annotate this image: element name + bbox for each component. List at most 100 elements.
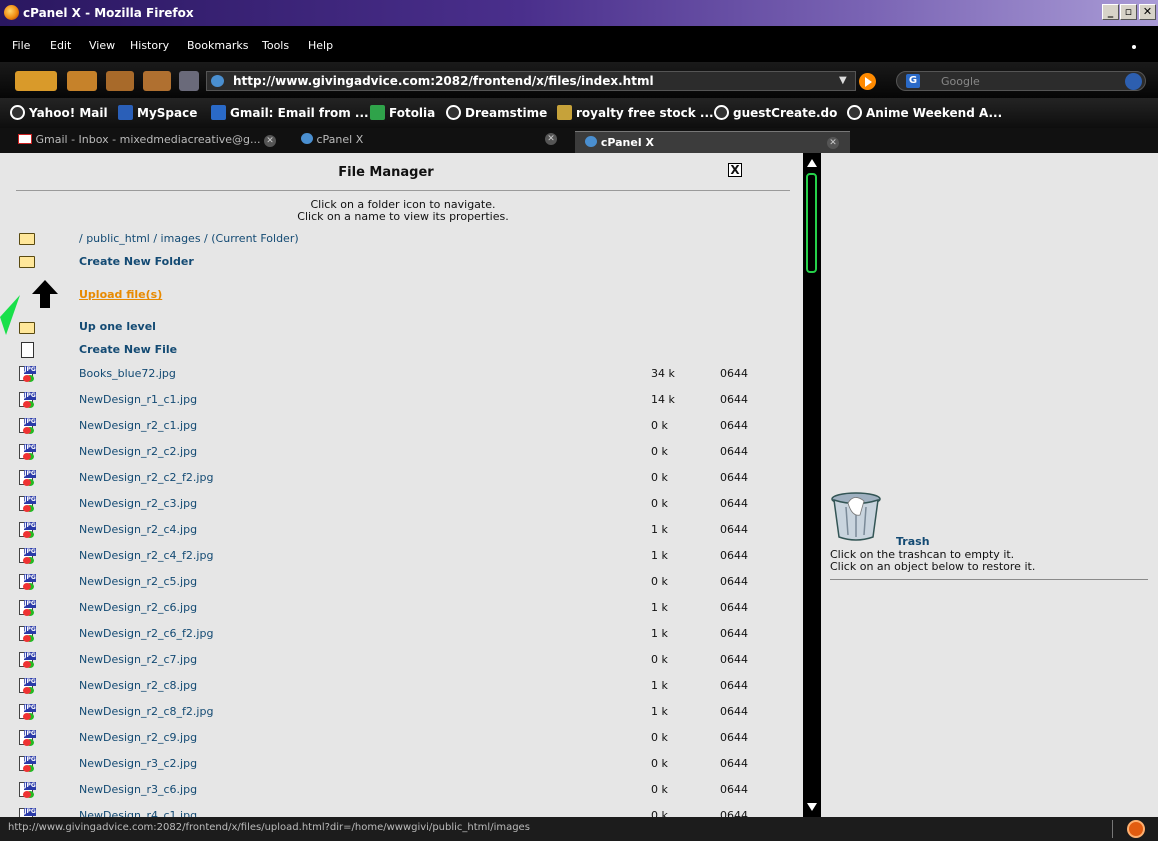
folder-icon[interactable] [19,233,35,245]
yahoo-icon [10,105,25,120]
jpg-file-icon[interactable]: JPG [19,730,36,747]
file-name-link[interactable]: NewDesign_r2_c2.jpg [79,445,197,458]
jpg-file-icon[interactable]: JPG [19,392,36,409]
menu-tools[interactable]: Tools [262,39,289,52]
scrollbar-thumb[interactable] [806,173,817,273]
jpg-badge: JPG [24,496,36,504]
jpg-file-icon[interactable]: JPG [19,366,36,383]
bookmark-yahoo-mail[interactable]: Yahoo! Mail [10,105,108,120]
dreamstime-icon [446,105,461,120]
bookmark-dreamstime[interactable]: Dreamstime [446,105,547,120]
jpg-file-icon[interactable]: JPG [19,444,36,461]
forward-icon[interactable] [67,71,97,91]
file-manager-close-button[interactable]: X [728,163,742,177]
home-icon[interactable] [179,71,199,91]
file-name-link[interactable]: NewDesign_r2_c4.jpg [79,523,197,536]
vertical-scrollbar[interactable] [803,153,821,817]
jpg-file-icon[interactable]: JPG [19,808,36,817]
menu-bookmarks[interactable]: Bookmarks [187,39,248,52]
file-name-link[interactable]: NewDesign_r4_c1.jpg [79,809,197,817]
menu-help[interactable]: Help [308,39,333,52]
folder-icon[interactable] [19,322,35,334]
jpg-file-icon[interactable]: JPG [19,756,36,773]
file-name-link[interactable]: NewDesign_r2_c7.jpg [79,653,197,666]
url-dropdown-icon[interactable]: ▼ [839,75,847,86]
greasemonkey-icon[interactable] [1127,820,1145,838]
up-one-level-link[interactable]: Up one level [79,320,156,333]
maximize-button[interactable]: ▫ [1120,4,1137,20]
tab-cpanel[interactable]: cPanel X ✕ [301,133,565,155]
jpg-file-icon[interactable]: JPG [19,626,36,643]
search-input[interactable]: G Google [896,71,1146,91]
scroll-down-icon[interactable] [807,803,817,811]
create-file-link[interactable]: Create New File [79,343,177,356]
bookmark-guestcreate[interactable]: guestCreate.do [714,105,837,120]
upload-files-link[interactable]: Upload file(s) [79,288,162,301]
file-permissions: 0644 [720,705,748,718]
jpg-file-icon[interactable]: JPG [19,678,36,695]
scroll-up-icon[interactable] [807,159,817,167]
jpg-file-icon[interactable]: JPG [19,652,36,669]
menu-history[interactable]: History [130,39,169,52]
minimize-button[interactable]: _ [1102,4,1119,20]
file-name-link[interactable]: NewDesign_r2_c1.jpg [79,419,197,432]
go-button[interactable] [859,73,876,90]
tab-close-icon[interactable]: ✕ [264,135,277,147]
close-window-button[interactable]: ✕ [1139,4,1156,20]
jpg-file-icon[interactable]: JPG [19,782,36,799]
jpg-file-icon[interactable]: JPG [19,496,36,513]
trash-title[interactable]: Trash [896,535,930,548]
status-text: http://www.givingadvice.com:2082/fronten… [8,822,530,833]
file-size: 0 k [651,731,668,744]
menu-view[interactable]: View [89,39,115,52]
current-path[interactable]: / public_html / images / (Current Folder… [79,232,299,245]
jpg-file-icon[interactable]: JPG [19,522,36,539]
color-dots [23,479,31,486]
file-name-link[interactable]: NewDesign_r2_c9.jpg [79,731,197,744]
reload-icon[interactable] [106,71,134,91]
menu-file[interactable]: File [12,39,30,52]
file-name-link[interactable]: NewDesign_r2_c6.jpg [79,601,197,614]
create-folder-link[interactable]: Create New Folder [79,255,194,268]
divider [830,579,1148,580]
tab-gmail-inbox[interactable]: Gmail - Inbox - mixedmediacreative@g... … [18,133,288,155]
trash-can-icon[interactable] [830,491,882,541]
file-name-link[interactable]: NewDesign_r2_c8.jpg [79,679,197,692]
menu-edit[interactable]: Edit [50,39,71,52]
file-name-link[interactable]: NewDesign_r2_c3.jpg [79,497,197,510]
color-dots [23,687,31,694]
tab-close-icon[interactable]: ✕ [545,133,557,145]
magnifier-icon[interactable] [1125,73,1142,90]
file-name-link[interactable]: NewDesign_r2_c4_f2.jpg [79,549,213,562]
jpg-file-icon[interactable]: JPG [19,418,36,435]
address-bar[interactable]: http://www.givingadvice.com:2082/fronten… [206,71,856,91]
stop-icon[interactable] [143,71,171,91]
search-engine-icon[interactable]: G [906,74,920,88]
bookmark-myspace[interactable]: MySpace [118,105,197,120]
file-name-link[interactable]: NewDesign_r2_c6_f2.jpg [79,627,213,640]
cpanel-favicon-icon [301,133,313,144]
jpg-badge: JPG [24,652,36,660]
file-name-link[interactable]: NewDesign_r2_c2_f2.jpg [79,471,213,484]
jpg-file-icon[interactable]: JPG [19,704,36,721]
file-name-link[interactable]: NewDesign_r3_c2.jpg [79,757,197,770]
bookmark-gmail[interactable]: Gmail: Email from ... [211,105,369,120]
folder-icon[interactable] [19,256,35,268]
file-name-link[interactable]: NewDesign_r2_c8_f2.jpg [79,705,213,718]
tab-cpanel-active[interactable]: cPanel X ✕ [575,131,850,153]
color-dots [23,739,31,746]
jpg-file-icon[interactable]: JPG [19,600,36,617]
jpg-file-icon[interactable]: JPG [19,470,36,487]
document-icon[interactable] [21,342,34,358]
file-name-link[interactable]: NewDesign_r2_c5.jpg [79,575,197,588]
jpg-file-icon[interactable]: JPG [19,548,36,565]
file-name-link[interactable]: NewDesign_r1_c1.jpg [79,393,197,406]
jpg-file-icon[interactable]: JPG [19,574,36,591]
file-name-link[interactable]: Books_blue72.jpg [79,367,176,380]
tab-close-icon[interactable]: ✕ [827,137,839,149]
bookmark-fotolia[interactable]: Fotolia [370,105,435,120]
bookmark-anime-weekend[interactable]: Anime Weekend A... [847,105,1002,120]
file-name-link[interactable]: NewDesign_r3_c6.jpg [79,783,197,796]
back-icon[interactable] [15,71,57,91]
bookmark-royalty-free[interactable]: royalty free stock ... [557,105,714,120]
